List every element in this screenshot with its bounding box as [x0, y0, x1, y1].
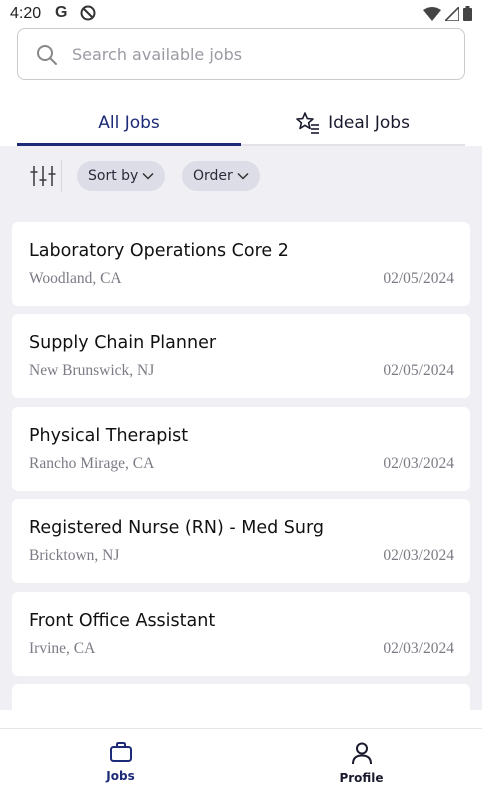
job-date: 02/03/2024 — [383, 640, 454, 657]
battery-icon — [463, 6, 472, 21]
chevron-down-icon — [237, 172, 249, 180]
search-icon — [37, 45, 57, 65]
filter-divider — [61, 160, 62, 192]
order-label: Order — [193, 168, 233, 184]
search-input[interactable] — [72, 39, 442, 69]
job-date: 02/05/2024 — [383, 362, 454, 379]
job-card[interactable]: Laboratory Operations Core 2 Woodland, C… — [12, 222, 470, 306]
job-date: 02/03/2024 — [383, 547, 454, 564]
nav-jobs-label: Jobs — [106, 769, 135, 783]
job-location: Irvine, CA — [29, 640, 96, 657]
job-title: Laboratory Operations Core 2 — [29, 241, 289, 261]
person-icon — [351, 742, 372, 765]
job-card-partial[interactable] — [12, 684, 470, 710]
job-location: Woodland, CA — [29, 270, 122, 287]
nav-profile-label: Profile — [339, 771, 384, 785]
job-card[interactable]: Front Office Assistant Irvine, CA 02/03/… — [12, 592, 470, 676]
filter-sliders-icon[interactable] — [30, 164, 56, 188]
tab-ideal-jobs-label: Ideal Jobs — [328, 113, 410, 133]
wifi-icon — [423, 6, 441, 21]
job-title: Registered Nurse (RN) - Med Surg — [29, 518, 325, 538]
tab-all-jobs-label: All Jobs — [98, 113, 160, 133]
status-time: 4:20 — [10, 5, 42, 22]
search-box — [17, 28, 465, 80]
signal-icon — [445, 6, 459, 21]
star-list-icon — [296, 112, 320, 134]
job-date: 02/05/2024 — [383, 270, 454, 287]
tab-all-jobs[interactable]: All Jobs — [17, 100, 241, 146]
job-location: Bricktown, NJ — [29, 547, 120, 564]
google-icon: G — [55, 4, 68, 21]
briefcase-icon — [109, 742, 132, 762]
job-title: Front Office Assistant — [29, 611, 216, 631]
job-card[interactable]: Supply Chain Planner New Brunswick, NJ 0… — [12, 314, 470, 398]
tab-ideal-jobs[interactable]: Ideal Jobs — [241, 100, 465, 146]
job-title: Physical Therapist — [29, 426, 189, 446]
job-list-area[interactable]: Sort by Order Laboratory Operations Core… — [0, 146, 482, 710]
sort-by-dropdown[interactable]: Sort by — [77, 161, 166, 191]
chevron-down-icon — [142, 172, 154, 180]
job-card[interactable]: Physical Therapist Rancho Mirage, CA 02/… — [12, 407, 470, 491]
status-icons — [423, 6, 472, 21]
status-bar: 4:20 G — [0, 0, 482, 28]
filter-row: Sort by Order — [0, 160, 482, 192]
order-dropdown[interactable]: Order — [182, 161, 260, 191]
job-date: 02/03/2024 — [383, 455, 454, 472]
job-tabs: All Jobs Ideal Jobs — [17, 100, 465, 146]
job-title: Supply Chain Planner — [29, 333, 217, 353]
nav-profile[interactable]: Profile — [241, 729, 482, 800]
job-location: Rancho Mirage, CA — [29, 455, 155, 472]
nav-jobs[interactable]: Jobs — [0, 729, 241, 800]
job-card[interactable]: Registered Nurse (RN) - Med Surg Brickto… — [12, 499, 470, 583]
job-location: New Brunswick, NJ — [29, 362, 155, 379]
at-sign-icon — [80, 5, 96, 21]
sort-by-label: Sort by — [88, 168, 139, 184]
bottom-nav: Jobs Profile — [0, 728, 482, 800]
